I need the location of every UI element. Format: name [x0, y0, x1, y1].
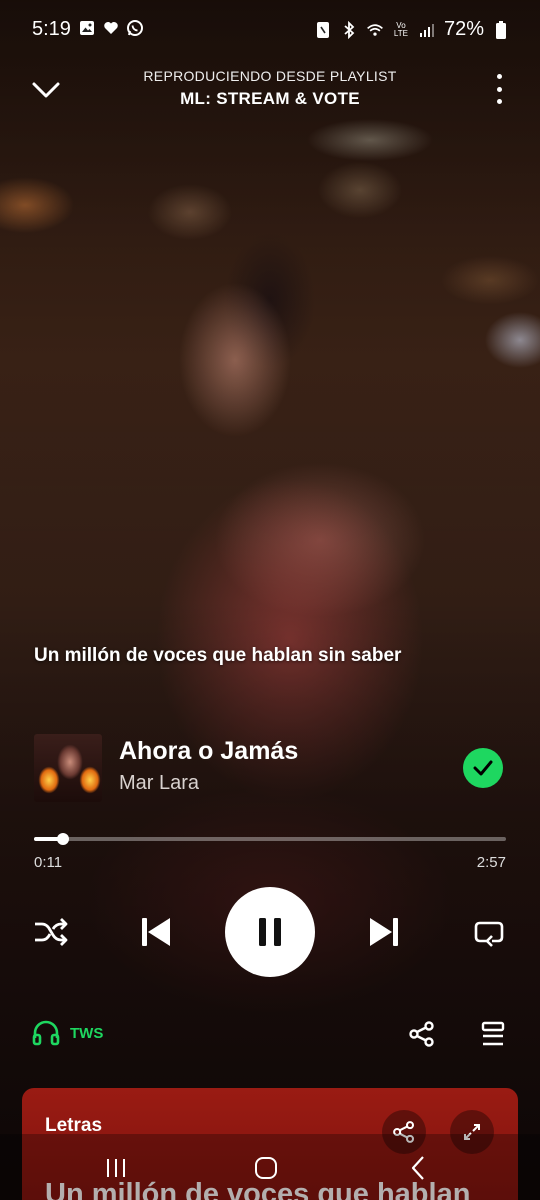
heart-icon [102, 19, 120, 37]
gallery-icon [78, 19, 96, 37]
check-icon [473, 760, 493, 776]
back-icon[interactable] [398, 1152, 438, 1184]
playing-from-label: REPRODUCIENDO DESDE PLAYLIST [143, 68, 397, 84]
wifi-icon [366, 21, 384, 39]
battery-icon [492, 20, 510, 39]
queue-icon [481, 1021, 505, 1046]
total-time: 2:57 [476, 854, 506, 871]
progress-bar[interactable] [34, 833, 506, 845]
volte-icon: Vo LTE [393, 20, 408, 38]
shuffle-icon [35, 918, 68, 946]
repeat-icon [474, 921, 504, 947]
track-title[interactable]: Ahora o Jamás [119, 737, 298, 766]
player-header: REPRODUCIENDO DESDE PLAYLIST ML: STREAM … [0, 60, 540, 120]
recents-icon[interactable] [96, 1152, 136, 1184]
nfc-icon [314, 21, 332, 39]
playlist-name[interactable]: ML: STREAM & VOTE [0, 89, 540, 109]
skip-previous-icon [142, 918, 170, 946]
battery-percent: 72% [443, 18, 484, 40]
more-options-icon[interactable] [494, 74, 504, 104]
notification-icons [78, 19, 144, 37]
skip-next-icon [370, 918, 398, 946]
bluetooth-icon [340, 20, 358, 39]
track-artist[interactable]: Mar Lara [119, 772, 199, 795]
share-button[interactable] [405, 1017, 439, 1051]
whatsapp-icon [126, 19, 144, 37]
previous-button[interactable] [137, 912, 175, 952]
home-icon[interactable] [246, 1152, 286, 1184]
status-bar: 5:19 Vo LTE 72% [0, 0, 540, 58]
pause-icon [259, 918, 281, 946]
album-cover-thumbnail [34, 734, 102, 802]
queue-button[interactable] [476, 1017, 510, 1051]
current-lyric-line: Un millón de voces que hablan sin saber [34, 645, 402, 666]
share-icon [409, 1021, 434, 1047]
device-name: TWS [70, 1024, 104, 1042]
system-navigation-bar [0, 1134, 540, 1200]
shuffle-button[interactable] [32, 913, 70, 951]
status-time: 5:19 [32, 18, 71, 40]
system-icons: Vo LTE 72% [314, 18, 510, 41]
connected-device[interactable]: TWS [32, 1020, 103, 1046]
pause-button[interactable] [225, 887, 315, 977]
headphones-icon [32, 1020, 60, 1046]
repeat-button[interactable] [470, 913, 508, 951]
liked-check-button[interactable] [463, 748, 503, 788]
elapsed-time: 0:11 [34, 854, 63, 871]
next-button[interactable] [365, 912, 403, 952]
signal-icon [418, 21, 436, 39]
